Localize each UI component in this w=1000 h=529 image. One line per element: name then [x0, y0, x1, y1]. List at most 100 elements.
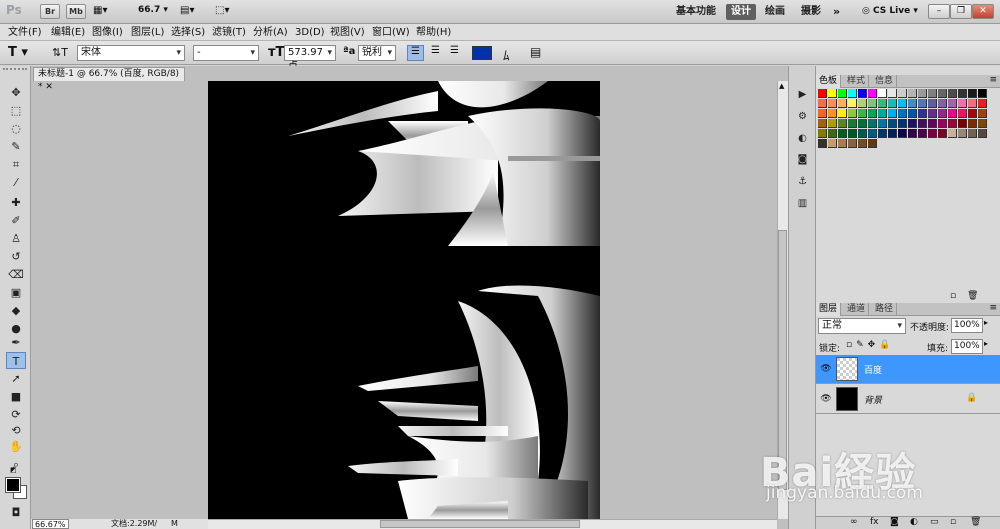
mini-bridge-button[interactable]: Mb: [66, 4, 86, 19]
color-swatch[interactable]: [968, 99, 977, 108]
font-family-select[interactable]: 宋体: [77, 45, 185, 61]
color-swatch[interactable]: [958, 119, 967, 128]
color-swatch[interactable]: [828, 139, 837, 148]
tab-styles[interactable]: 样式: [844, 75, 870, 88]
tab-paths[interactable]: 路径: [872, 303, 898, 316]
color-swatch[interactable]: [878, 129, 887, 138]
hand-tool-icon[interactable]: ✋: [6, 438, 26, 455]
layers-panel-menu-icon[interactable]: ≡: [989, 303, 997, 313]
eyedropper-tool-icon[interactable]: ⁄: [6, 174, 26, 191]
zoom-status[interactable]: 66.67%: [32, 519, 69, 529]
color-swatch[interactable]: [938, 89, 947, 98]
font-size-select[interactable]: 573.97 点: [284, 45, 336, 72]
color-swatch[interactable]: [818, 129, 827, 138]
workspace-photography[interactable]: 摄影: [801, 4, 821, 20]
color-swatch[interactable]: [918, 119, 927, 128]
delete-swatch-icon[interactable]: 🗑: [967, 291, 978, 301]
color-swatch[interactable]: [828, 89, 837, 98]
color-swatch[interactable]: [838, 119, 847, 128]
color-swatch[interactable]: [838, 139, 847, 148]
masks-icon[interactable]: ◙: [795, 153, 810, 167]
path-select-icon[interactable]: ➚: [6, 370, 26, 387]
menu-image[interactable]: 图像(I): [92, 25, 123, 40]
color-swatch[interactable]: [868, 109, 877, 118]
menu-file[interactable]: 文件(F): [8, 25, 42, 40]
menu-3d[interactable]: 3D(D): [295, 25, 325, 40]
color-swatch[interactable]: [838, 109, 847, 118]
3d-orbit-icon[interactable]: ⟲: [6, 422, 26, 439]
visibility-eye-icon[interactable]: 👁: [820, 394, 832, 404]
tab-swatches[interactable]: 色板: [816, 75, 842, 88]
color-swatch[interactable]: [978, 89, 987, 98]
color-swatch[interactable]: [978, 99, 987, 108]
color-swatch[interactable]: [948, 99, 957, 108]
menu-view[interactable]: 视图(V): [330, 25, 365, 40]
color-swatch[interactable]: [968, 129, 977, 138]
default-colors-icon[interactable]: ◩: [10, 466, 17, 474]
color-swatch[interactable]: [848, 99, 857, 108]
lasso-tool-icon[interactable]: ◌: [6, 120, 26, 137]
screen-mode-icon[interactable]: ⬚▾: [215, 5, 229, 16]
menu-edit[interactable]: 编辑(E): [51, 25, 85, 40]
close-document-icon[interactable]: ✕: [45, 82, 53, 92]
color-swatch[interactable]: [938, 119, 947, 128]
color-swatch[interactable]: [968, 119, 977, 128]
color-swatch[interactable]: [838, 129, 847, 138]
scroll-up-icon[interactable]: ▲: [779, 82, 784, 90]
menu-window[interactable]: 窗口(W): [372, 25, 410, 40]
align-left-button[interactable]: ☰: [407, 45, 424, 61]
text-orientation-icon[interactable]: ⇅T: [52, 46, 68, 59]
close-icon[interactable]: ✕: [972, 4, 994, 19]
color-swatch[interactable]: [918, 109, 927, 118]
bridge-button[interactable]: Br: [40, 4, 60, 19]
color-swatch[interactable]: [858, 119, 867, 128]
workspace-painting[interactable]: 绘画: [765, 4, 785, 20]
color-swatch[interactable]: [818, 109, 827, 118]
color-swatch[interactable]: [848, 109, 857, 118]
color-swatch[interactable]: [888, 129, 897, 138]
layer-row[interactable]: 👁 背景 🔒: [816, 385, 1000, 414]
color-swatch[interactable]: [868, 99, 877, 108]
history-brush-icon[interactable]: ↺: [6, 248, 26, 265]
canvas[interactable]: [208, 81, 600, 519]
add-mask-icon[interactable]: ◙: [890, 517, 899, 527]
color-swatch[interactable]: [878, 119, 887, 128]
color-swatch[interactable]: [948, 119, 957, 128]
color-swatch[interactable]: [858, 89, 867, 98]
move-tool-icon[interactable]: ✥: [6, 84, 26, 101]
color-swatch[interactable]: [928, 109, 937, 118]
3d-panel-icon[interactable]: ⚓: [795, 175, 810, 189]
layer-style-icon[interactable]: fx: [870, 517, 879, 527]
color-swatch[interactable]: [838, 99, 847, 108]
adjustment-layer-icon[interactable]: ◐: [910, 517, 918, 527]
extras-dropdown[interactable]: ▦▾: [93, 5, 119, 19]
color-swatch[interactable]: [888, 99, 897, 108]
color-swatch[interactable]: [868, 119, 877, 128]
menu-filter[interactable]: 滤镜(T): [212, 25, 246, 40]
color-swatch[interactable]: [918, 129, 927, 138]
fill-slider-arrow[interactable]: ▸: [984, 339, 988, 348]
color-swatch[interactable]: [958, 129, 967, 138]
clone-stamp-icon[interactable]: ♙: [6, 230, 26, 247]
quick-mask-icon[interactable]: ◘: [6, 504, 26, 521]
restore-icon[interactable]: ❐: [950, 4, 972, 19]
color-swatch[interactable]: [948, 129, 957, 138]
color-swatch[interactable]: [908, 119, 917, 128]
color-swatch[interactable]: [858, 99, 867, 108]
color-swatch[interactable]: [898, 129, 907, 138]
color-swatch[interactable]: [848, 119, 857, 128]
color-swatch[interactable]: [858, 129, 867, 138]
clone-source-icon[interactable]: ⚙: [795, 110, 810, 124]
tool-preset-picker[interactable]: T ▾: [8, 45, 28, 60]
color-swatch[interactable]: [888, 119, 897, 128]
color-swatch[interactable]: [848, 139, 857, 148]
menu-help[interactable]: 帮助(H): [416, 25, 451, 40]
character-panel-icon[interactable]: ▤: [530, 45, 541, 59]
new-layer-icon[interactable]: ▫: [950, 517, 956, 527]
opacity-input[interactable]: 100%: [951, 318, 983, 333]
brush-tool-icon[interactable]: ✐: [6, 212, 26, 229]
crop-tool-icon[interactable]: ⌗: [6, 156, 26, 173]
color-swatch[interactable]: [978, 119, 987, 128]
align-center-button[interactable]: ☰: [427, 45, 444, 61]
menu-layer[interactable]: 图层(L): [131, 25, 164, 40]
